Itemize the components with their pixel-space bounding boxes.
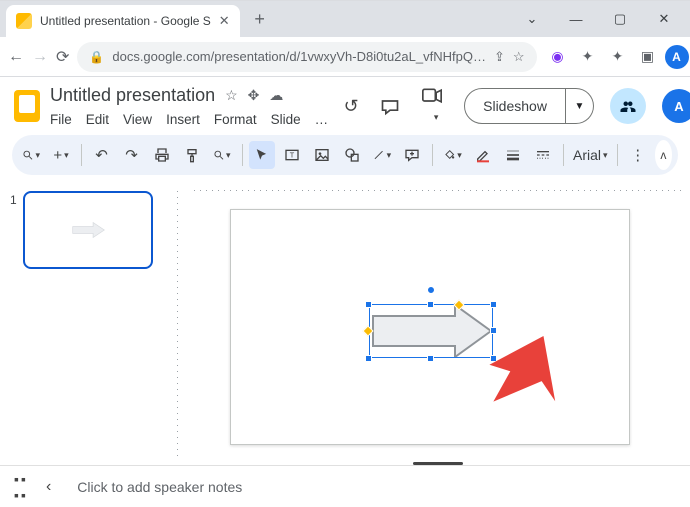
new-tab-button[interactable]: + (246, 9, 274, 30)
slide-number: 1 (10, 191, 17, 269)
prev-slide-button[interactable]: ‹ (46, 478, 51, 496)
resize-handle-tr[interactable] (490, 301, 497, 308)
border-dash-button[interactable] (530, 141, 556, 169)
slide-canvas[interactable] (230, 209, 630, 445)
history-icon[interactable]: ↺ (338, 96, 364, 117)
slideshow-dropdown[interactable]: ▼ (566, 88, 594, 124)
menu-bar: File Edit View Insert Format Slide … (50, 112, 328, 127)
work-area: 1 (0, 183, 690, 465)
select-tool[interactable] (249, 141, 275, 169)
slides-logo[interactable] (14, 86, 40, 126)
browser-toolbar: ← → ⟳ 🔒 docs.google.com/presentation/d/1… (0, 37, 690, 77)
app-header: Untitled presentation ☆ ✥ ☁ File Edit Vi… (0, 77, 690, 127)
new-slide-button[interactable]: + (48, 141, 74, 169)
move-icon[interactable]: ✥ (248, 87, 260, 104)
slide-thumbnail[interactable] (23, 191, 153, 269)
zoom-button[interactable] (209, 141, 235, 169)
chrome-profile-avatar[interactable]: A (665, 45, 689, 69)
line-tool[interactable] (369, 141, 395, 169)
paint-format-button[interactable] (179, 141, 205, 169)
menu-slide[interactable]: Slide (271, 112, 301, 127)
window-controls: ⌄ ― ▢ ✕ (512, 5, 690, 33)
extension-play-icon[interactable]: ◉ (545, 44, 571, 70)
maximize-button[interactable]: ▢ (600, 5, 640, 33)
resize-handle-mr[interactable] (490, 327, 497, 334)
lock-icon: 🔒 (89, 50, 104, 64)
collapse-toolbar-button[interactable]: ʌ (655, 140, 672, 170)
account-avatar[interactable]: A (662, 89, 690, 123)
canvas-area (186, 183, 690, 465)
shape-tool[interactable] (339, 141, 365, 169)
forward-button[interactable]: → (32, 43, 48, 71)
reload-button[interactable]: ⟳ (56, 43, 69, 71)
speaker-notes-input[interactable]: Click to add speaker notes (69, 479, 676, 495)
browser-tab[interactable]: Untitled presentation - Google S ✕ (6, 5, 240, 37)
share-url-icon[interactable]: ⇪ (494, 49, 505, 65)
url-text: docs.google.com/presentation/d/1vwxyVh-D… (112, 49, 486, 64)
bookmark-icon[interactable]: ☆ (513, 49, 525, 65)
selected-shape[interactable] (369, 296, 493, 358)
more-tools-button[interactable]: ⋮ (625, 141, 651, 169)
slideshow-split-button: Slideshow ▼ (464, 88, 594, 124)
menu-file[interactable]: File (50, 112, 72, 127)
svg-text:T: T (290, 151, 295, 160)
browser-extensions: ◉ ✦ ✦ ▣ A ⋮ (545, 44, 690, 70)
horizontal-ruler (186, 183, 690, 199)
vertical-ruler (170, 183, 186, 465)
menu-insert[interactable]: Insert (166, 112, 200, 127)
slides-favicon (16, 13, 32, 29)
undo-button[interactable]: ↶ (89, 141, 115, 169)
share-button[interactable] (610, 88, 646, 124)
resize-handle-tm[interactable] (427, 301, 434, 308)
address-bar[interactable]: 🔒 docs.google.com/presentation/d/1vwxyVh… (77, 42, 536, 72)
extension-box-icon[interactable]: ▣ (635, 44, 661, 70)
print-button[interactable] (149, 141, 175, 169)
menu-more[interactable]: … (315, 112, 329, 127)
textbox-tool[interactable]: T (279, 141, 305, 169)
minimize-chevron-icon[interactable]: ⌄ (512, 5, 552, 33)
thumbnail-arrow-icon (71, 221, 105, 239)
resize-handle-br[interactable] (490, 355, 497, 362)
doc-title[interactable]: Untitled presentation (50, 85, 215, 106)
border-color-button[interactable] (470, 141, 496, 169)
minimize-button[interactable]: ― (556, 5, 596, 33)
resize-handle-tl[interactable] (365, 301, 372, 308)
meet-icon[interactable] (422, 88, 448, 125)
back-button[interactable]: ← (8, 43, 24, 71)
border-weight-button[interactable] (500, 141, 526, 169)
search-menu-button[interactable] (18, 141, 44, 169)
extension-paw-icon[interactable]: ✦ (575, 44, 601, 70)
window-titlebar: Untitled presentation - Google S ✕ + ⌄ ―… (0, 1, 690, 37)
grid-view-button[interactable]: ▪▪▪▪ (14, 471, 28, 503)
resize-handle-bm[interactable] (427, 355, 434, 362)
cloud-status-icon[interactable]: ☁ (269, 87, 283, 104)
font-selector[interactable]: Arial (570, 141, 610, 169)
filmstrip-slide[interactable]: 1 (10, 191, 160, 269)
editing-toolbar: + ↶ ↷ T Arial ⋮ ʌ (12, 135, 678, 175)
slideshow-button[interactable]: Slideshow (464, 88, 566, 124)
comments-icon[interactable] (380, 96, 406, 116)
close-window-button[interactable]: ✕ (644, 5, 684, 33)
comment-tool[interactable] (399, 141, 425, 169)
filmstrip[interactable]: 1 (0, 183, 170, 465)
selection-outline (369, 304, 493, 358)
fill-color-button[interactable] (440, 141, 466, 169)
star-icon[interactable]: ☆ (225, 87, 238, 104)
resize-handle-bl[interactable] (365, 355, 372, 362)
menu-edit[interactable]: Edit (86, 112, 109, 127)
menu-view[interactable]: View (123, 112, 152, 127)
tab-title: Untitled presentation - Google S (40, 14, 211, 28)
image-tool[interactable] (309, 141, 335, 169)
close-tab-icon[interactable]: ✕ (219, 13, 230, 29)
redo-button[interactable]: ↷ (119, 141, 145, 169)
rotate-handle[interactable] (427, 286, 435, 294)
extensions-icon[interactable]: ✦ (605, 44, 631, 70)
menu-format[interactable]: Format (214, 112, 257, 127)
annotation-red-arrow-icon (489, 334, 579, 408)
bottom-bar: ▪▪▪▪ ‹ Click to add speaker notes (0, 465, 690, 507)
